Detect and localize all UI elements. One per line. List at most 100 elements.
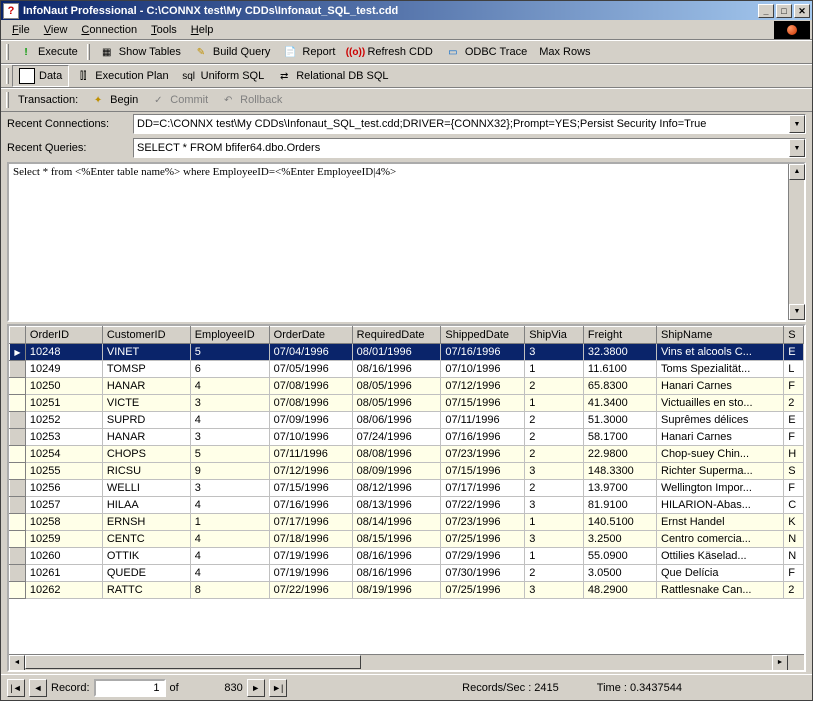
cell[interactable]: 3 [190,429,269,446]
close-button[interactable]: ✕ [794,4,810,18]
cell[interactable]: 10254 [25,446,102,463]
cell[interactable]: 07/10/1996 [441,361,525,378]
cell[interactable]: 07/25/1996 [441,531,525,548]
build-query-button[interactable]: ✎Build Query [187,42,276,62]
cell[interactable]: 08/16/1996 [352,548,441,565]
max-rows-button[interactable]: Max Rows [533,44,596,60]
nav-prev-button[interactable]: ◄ [29,679,47,697]
cell[interactable]: 07/15/1996 [269,480,352,497]
cell[interactable]: F [784,378,804,395]
cell[interactable]: 07/22/1996 [269,582,352,599]
cell[interactable]: Toms Spezialität... [657,361,784,378]
cell[interactable]: 07/11/1996 [269,446,352,463]
minimize-button[interactable]: _ [758,4,774,18]
cell[interactable]: RATTC [102,582,190,599]
menu-help[interactable]: Help [184,22,221,38]
table-row[interactable]: ▶10248VINET507/04/199608/01/199607/16/19… [10,344,804,361]
recent-queries-combo[interactable]: ▼ [133,138,806,158]
cell[interactable]: 07/19/1996 [269,548,352,565]
query-textarea[interactable] [9,164,788,320]
cell[interactable]: 07/04/1996 [269,344,352,361]
table-row[interactable]: 10258ERNSH107/17/199608/14/199607/23/199… [10,514,804,531]
uniform-sql-tab[interactable]: sqlUniform SQL [175,66,271,86]
cell[interactable]: 10251 [25,395,102,412]
row-selector[interactable] [10,565,26,582]
cell[interactable]: 10259 [25,531,102,548]
cell[interactable]: 2 [525,429,584,446]
menu-tools[interactable]: Tools [144,22,184,38]
cell[interactable]: HANAR [102,429,190,446]
record-number-input[interactable] [94,679,166,697]
cell[interactable]: HILAA [102,497,190,514]
cell[interactable]: 3.2500 [583,531,656,548]
scroll-left-icon[interactable]: ◄ [9,655,25,671]
column-header[interactable]: ShippedDate [441,327,525,344]
row-selector[interactable] [10,446,26,463]
table-row[interactable]: 10262RATTC807/22/199608/19/199607/25/199… [10,582,804,599]
cell[interactable]: 148.3300 [583,463,656,480]
table-row[interactable]: 10257HILAA407/16/199608/13/199607/22/199… [10,497,804,514]
table-row[interactable]: 10251VICTE307/08/199608/05/199607/15/199… [10,395,804,412]
cell[interactable]: 07/29/1996 [441,548,525,565]
row-selector[interactable] [10,480,26,497]
cell[interactable]: 10248 [25,344,102,361]
cell[interactable]: E [784,344,804,361]
cell[interactable]: K [784,514,804,531]
cell[interactable]: 07/12/1996 [441,378,525,395]
cell[interactable]: Victuailles en sto... [657,395,784,412]
cell[interactable]: 07/10/1996 [269,429,352,446]
row-selector[interactable] [10,582,26,599]
cell[interactable]: 8 [190,582,269,599]
cell[interactable]: E [784,412,804,429]
show-tables-button[interactable]: ▦Show Tables [93,42,187,62]
cell[interactable]: 07/17/1996 [269,514,352,531]
cell[interactable]: 1 [525,361,584,378]
cell[interactable]: 81.9100 [583,497,656,514]
recent-connections-input[interactable] [134,117,789,131]
cell[interactable]: 07/05/1996 [269,361,352,378]
cell[interactable]: 07/25/1996 [441,582,525,599]
dropdown-icon[interactable]: ▼ [789,115,805,133]
cell[interactable]: 07/16/1996 [441,429,525,446]
cell[interactable]: CHOPS [102,446,190,463]
cell[interactable]: 6 [190,361,269,378]
cell[interactable]: 2 [784,395,804,412]
cell[interactable]: 11.6100 [583,361,656,378]
report-button[interactable]: 📄Report [276,42,341,62]
cell[interactable]: 07/15/1996 [441,395,525,412]
column-header[interactable]: OrderID [25,327,102,344]
cell[interactable]: 07/08/1996 [269,378,352,395]
nav-last-button[interactable]: ►| [269,679,287,697]
cell[interactable]: N [784,548,804,565]
table-row[interactable]: 10254CHOPS507/11/199608/08/199607/23/199… [10,446,804,463]
row-selector[interactable] [10,463,26,480]
cell[interactable]: 10261 [25,565,102,582]
cell[interactable]: 3 [525,582,584,599]
cell[interactable]: Ottilies Käselad... [657,548,784,565]
menu-connection[interactable]: Connection [74,22,144,38]
cell[interactable]: 2 [525,480,584,497]
cell[interactable]: Hanari Carnes [657,378,784,395]
cell[interactable]: Chop-suey Chin... [657,446,784,463]
cell[interactable]: F [784,565,804,582]
cell[interactable]: 08/16/1996 [352,565,441,582]
cell[interactable]: S [784,463,804,480]
data-tab[interactable]: Data [12,65,69,87]
column-header[interactable]: ShipVia [525,327,584,344]
row-selector[interactable] [10,395,26,412]
cell[interactable]: 2 [525,412,584,429]
cell[interactable]: 08/12/1996 [352,480,441,497]
cell[interactable]: 07/15/1996 [441,463,525,480]
recent-connections-combo[interactable]: ▼ [133,114,806,134]
cell[interactable]: 3 [525,463,584,480]
cell[interactable]: 2 [525,446,584,463]
scroll-up-icon[interactable]: ▲ [789,164,805,180]
cell[interactable]: 07/16/1996 [441,344,525,361]
execution-plan-tab[interactable]: ⫿⫿Execution Plan [69,66,174,86]
cell[interactable]: 2 [525,565,584,582]
table-row[interactable]: 10249TOMSP607/05/199608/16/199607/10/199… [10,361,804,378]
cell[interactable]: 10253 [25,429,102,446]
table-row[interactable]: 10255RICSU907/12/199608/09/199607/15/199… [10,463,804,480]
row-selector[interactable] [10,429,26,446]
cell[interactable]: 07/17/1996 [441,480,525,497]
